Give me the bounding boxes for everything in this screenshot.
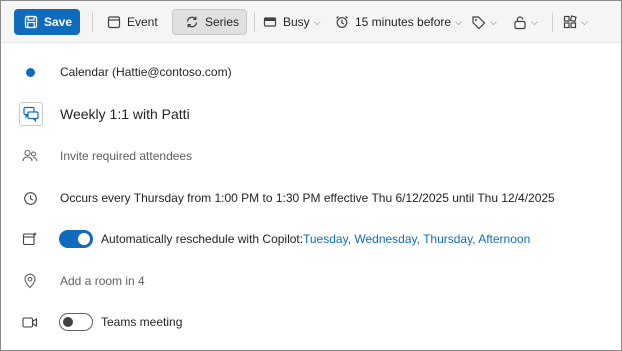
people-icon bbox=[21, 147, 39, 165]
event-compose-window: Save Event Series Busy ⌵ 15 minutes befo… bbox=[0, 0, 622, 351]
calendar-icon bbox=[107, 16, 121, 29]
calendar-label: Calendar (Hattie@contoso.com) bbox=[60, 65, 232, 79]
location-pin-icon bbox=[21, 272, 39, 290]
event-button[interactable]: Event bbox=[105, 9, 160, 35]
calendar-row[interactable]: Calendar (Hattie@contoso.com) bbox=[1, 54, 621, 90]
chat-bubbles-icon[interactable] bbox=[19, 102, 43, 126]
busy-status-icon bbox=[263, 17, 277, 27]
location-input[interactable]: Add a room in 4 bbox=[60, 274, 145, 288]
copilot-reschedule-link[interactable]: Tuesday, Wednesday, Thursday, Afternoon bbox=[303, 232, 530, 246]
teams-meeting-toggle[interactable] bbox=[59, 313, 93, 331]
event-label: Event bbox=[127, 15, 158, 29]
calendar-color-dot-icon bbox=[21, 63, 39, 81]
toolbar: Save Event Series Busy ⌵ 15 minutes befo… bbox=[1, 1, 621, 43]
calendar-sparkle-icon bbox=[21, 230, 39, 248]
toolbar-divider bbox=[254, 12, 255, 32]
toolbar-divider bbox=[92, 12, 93, 32]
privacy-dropdown[interactable]: ⌵ bbox=[513, 9, 538, 35]
chevron-down-icon: ⌵ bbox=[581, 16, 588, 27]
teams-meeting-label: Teams meeting bbox=[101, 315, 183, 329]
chevron-down-icon: ⌵ bbox=[490, 16, 497, 27]
recurrence-text: Occurs every Thursday from 1:00 PM to 1:… bbox=[60, 191, 555, 205]
video-camera-icon bbox=[21, 313, 39, 331]
apps-icon bbox=[563, 15, 577, 29]
show-as-dropdown[interactable]: Busy ⌵ bbox=[263, 9, 321, 35]
save-button[interactable]: Save bbox=[14, 9, 80, 35]
attendees-row: Invite required attendees bbox=[1, 138, 621, 174]
save-label: Save bbox=[44, 15, 73, 29]
chevron-down-icon: ⌵ bbox=[531, 16, 538, 27]
toggle-knob bbox=[63, 317, 73, 327]
lock-icon bbox=[514, 15, 526, 29]
copilot-reschedule-label: Automatically reschedule with Copilot: bbox=[101, 232, 304, 246]
save-icon bbox=[24, 15, 38, 29]
series-label: Series bbox=[205, 15, 240, 29]
location-row: Add a room in 4 bbox=[1, 263, 621, 299]
copilot-reschedule-toggle[interactable] bbox=[59, 230, 93, 248]
series-button[interactable]: Series bbox=[172, 9, 247, 35]
apps-dropdown[interactable]: ⌵ bbox=[563, 9, 588, 35]
tag-icon bbox=[472, 15, 486, 29]
toggle-knob bbox=[78, 233, 90, 245]
reminder-dropdown[interactable]: 15 minutes before ⌵ bbox=[335, 9, 462, 35]
toolbar-divider bbox=[552, 12, 553, 32]
chevron-down-icon: ⌵ bbox=[313, 16, 321, 27]
categorize-dropdown[interactable]: ⌵ bbox=[471, 9, 497, 35]
reminder-label: 15 minutes before bbox=[355, 15, 452, 29]
alarm-clock-icon bbox=[336, 16, 348, 28]
teams-row: Teams meeting bbox=[1, 304, 621, 340]
recurrence-row[interactable]: Occurs every Thursday from 1:00 PM to 1:… bbox=[1, 180, 621, 216]
chevron-down-icon: ⌵ bbox=[455, 16, 462, 27]
busy-label: Busy bbox=[283, 15, 310, 29]
event-title-input[interactable]: Weekly 1:1 with Patti bbox=[60, 106, 190, 122]
recurrence-icon bbox=[186, 16, 198, 28]
title-row: Weekly 1:1 with Patti bbox=[1, 96, 621, 132]
attendees-input[interactable]: Invite required attendees bbox=[60, 149, 192, 163]
copilot-reschedule-row: Automatically reschedule with Copilot: T… bbox=[1, 221, 621, 257]
clock-icon bbox=[21, 189, 39, 207]
